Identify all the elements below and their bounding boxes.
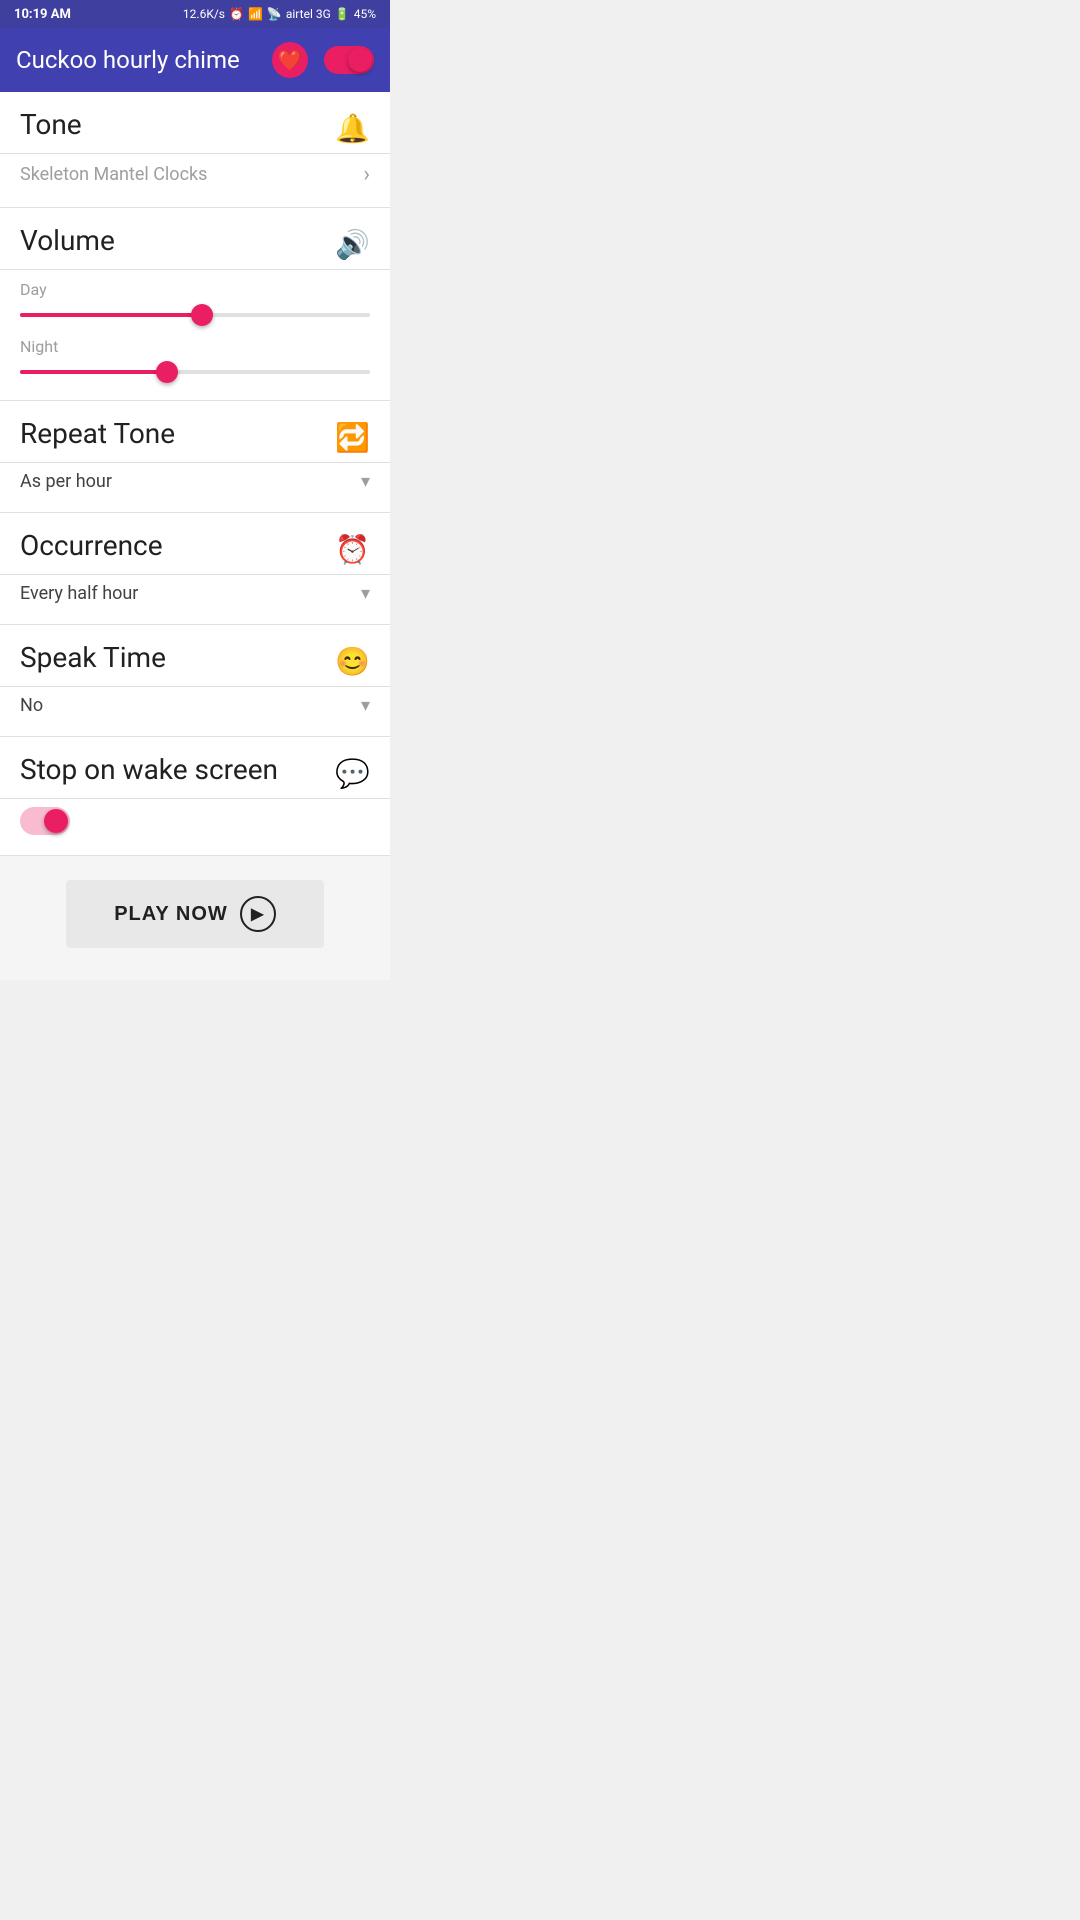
status-battery: 45% xyxy=(354,7,376,21)
status-battery-icon: 🔋 xyxy=(335,7,350,21)
app-bar: Cuckoo hourly chime ❤️ xyxy=(0,28,390,92)
tone-title: Tone xyxy=(20,108,82,141)
play-circle-icon: ▶ xyxy=(240,896,276,932)
speak-time-section: Speak Time 😊 No ▾ xyxy=(0,625,390,737)
day-slider-thumb[interactable] xyxy=(191,304,213,326)
favorite-button[interactable]: ❤️ xyxy=(272,42,308,78)
status-speed: 12.6K/s xyxy=(183,7,225,21)
occurrence-value: Every half hour xyxy=(20,583,138,604)
tone-value-row[interactable]: Skeleton Mantel Clocks › xyxy=(20,154,370,191)
status-signal-icon: 📡 xyxy=(267,7,282,21)
app-bar-actions: ❤️ xyxy=(272,42,374,78)
volume-divider xyxy=(0,269,390,270)
repeat-tone-title: Repeat Tone xyxy=(20,417,175,450)
chat-icon: 💬 xyxy=(335,757,370,790)
day-volume-slider[interactable] xyxy=(20,303,370,327)
occurrence-header: Occurrence ⏰ xyxy=(20,529,370,566)
stop-wake-toggle-row xyxy=(20,799,370,839)
status-bar: 10:19 AM 12.6K/s ⏰ 📶 📡 airtel 3G 🔋 45% xyxy=(0,0,390,28)
bell-icon: 🔔 xyxy=(335,112,370,145)
speak-chevron-icon: ▾ xyxy=(361,695,370,716)
status-right: 12.6K/s ⏰ 📶 📡 airtel 3G 🔋 45% xyxy=(183,7,376,21)
speak-time-dropdown[interactable]: No ▾ xyxy=(20,687,370,720)
day-slider-track xyxy=(20,313,370,317)
repeat-icon: 🔁 xyxy=(335,421,370,454)
repeat-tone-header: Repeat Tone 🔁 xyxy=(20,417,370,454)
play-area: PLAY NOW ▶ xyxy=(0,856,390,980)
main-toggle[interactable] xyxy=(324,46,374,74)
status-wifi-icon: 📶 xyxy=(248,7,263,21)
status-time: 10:19 AM xyxy=(14,7,71,22)
repeat-tone-section: Repeat Tone 🔁 As per hour ▾ xyxy=(0,401,390,513)
app-title: Cuckoo hourly chime xyxy=(16,46,240,74)
volume-icon: 🔊 xyxy=(335,228,370,261)
occurrence-section: Occurrence ⏰ Every half hour ▾ xyxy=(0,513,390,625)
night-slider-track xyxy=(20,370,370,374)
speak-time-value: No xyxy=(20,695,43,716)
stop-wake-thumb xyxy=(44,809,68,833)
repeat-chevron-icon: ▾ xyxy=(361,471,370,492)
content: Tone 🔔 Skeleton Mantel Clocks › Volume 🔊… xyxy=(0,92,390,980)
night-slider-thumb[interactable] xyxy=(156,361,178,383)
face-icon: 😊 xyxy=(335,645,370,678)
occurrence-dropdown[interactable]: Every half hour ▾ xyxy=(20,575,370,608)
day-label: Day xyxy=(20,280,370,299)
stop-wake-section: Stop on wake screen 💬 xyxy=(0,737,390,856)
alarm-icon: ⏰ xyxy=(335,533,370,566)
chevron-right-icon: › xyxy=(363,162,370,187)
tone-section: Tone 🔔 Skeleton Mantel Clocks › xyxy=(0,92,390,208)
stop-wake-toggle[interactable] xyxy=(20,807,70,835)
status-alarm-icon: ⏰ xyxy=(229,7,244,21)
volume-header: Volume 🔊 xyxy=(20,224,370,261)
repeat-tone-dropdown[interactable]: As per hour ▾ xyxy=(20,463,370,496)
status-carrier: airtel 3G xyxy=(286,7,331,21)
night-slider-fill xyxy=(20,370,167,374)
volume-title: Volume xyxy=(20,224,115,257)
play-now-button[interactable]: PLAY NOW ▶ xyxy=(66,880,324,948)
volume-section: Volume 🔊 Day Night xyxy=(0,208,390,401)
speak-time-header: Speak Time 😊 xyxy=(20,641,370,678)
night-label: Night xyxy=(20,337,370,356)
occurrence-title: Occurrence xyxy=(20,529,163,562)
speak-time-title: Speak Time xyxy=(20,641,166,674)
stop-wake-header: Stop on wake screen 💬 xyxy=(20,753,370,790)
repeat-tone-value: As per hour xyxy=(20,471,112,492)
night-volume-slider[interactable] xyxy=(20,360,370,384)
day-slider-fill xyxy=(20,313,202,317)
tone-value: Skeleton Mantel Clocks xyxy=(20,164,207,185)
play-now-label: PLAY NOW xyxy=(114,903,228,926)
occurrence-chevron-icon: ▾ xyxy=(361,583,370,604)
stop-wake-title: Stop on wake screen xyxy=(20,753,278,786)
tone-header: Tone 🔔 xyxy=(20,108,370,145)
